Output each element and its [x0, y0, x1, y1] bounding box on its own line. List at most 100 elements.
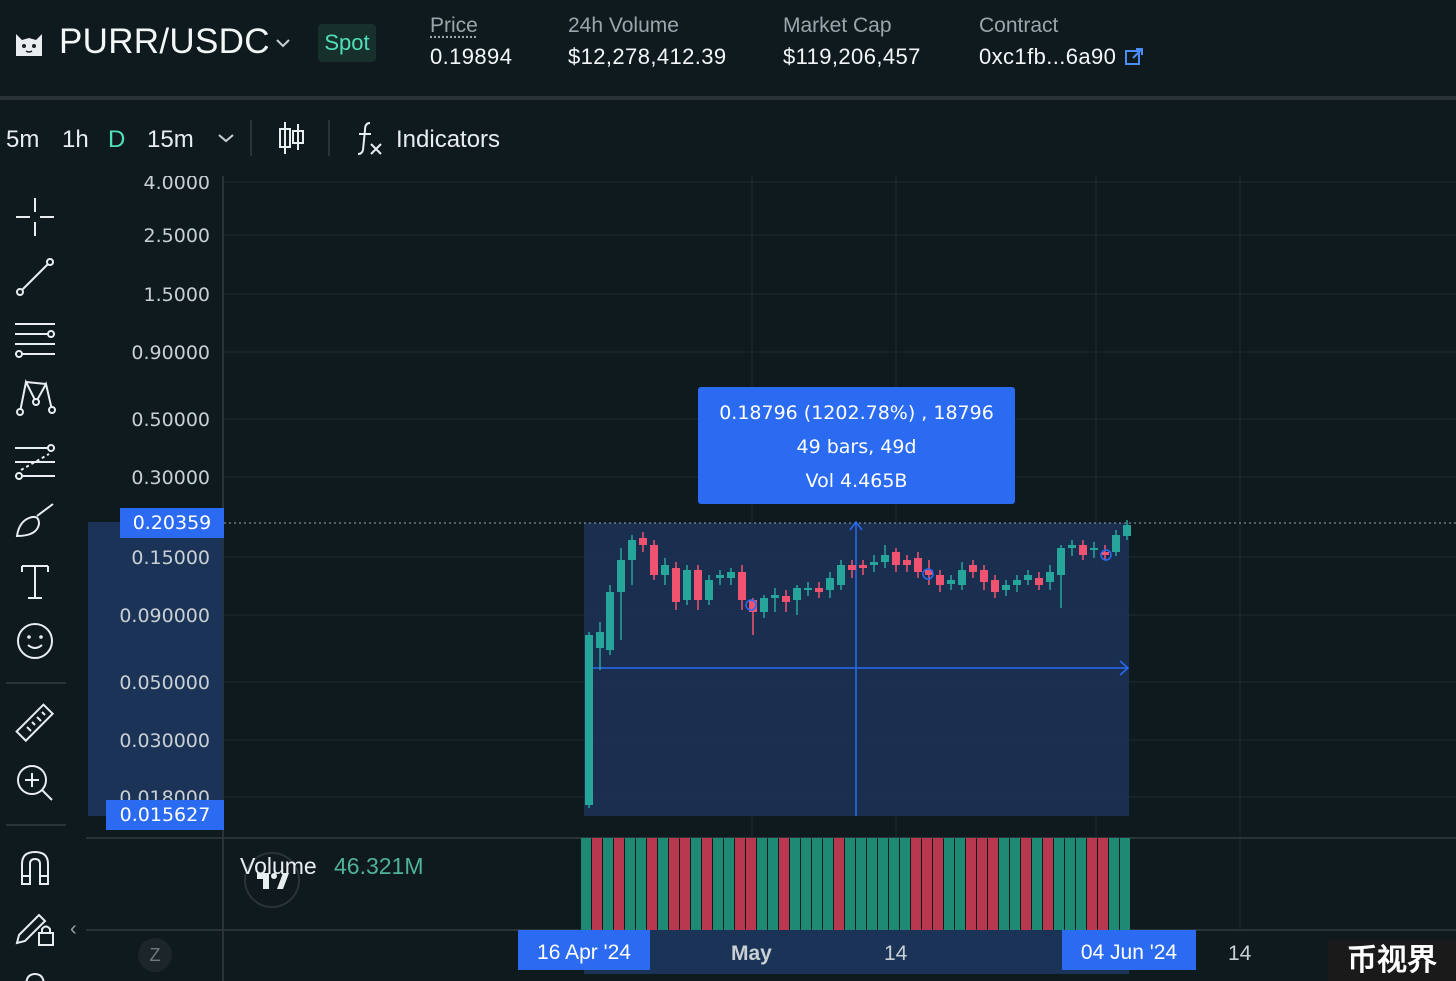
- candle-body: [1013, 580, 1021, 585]
- market-type-badge: Spot: [318, 24, 376, 62]
- candle-body: [617, 560, 625, 592]
- volume-bar: [581, 838, 591, 930]
- current-price-tag: 0.20359: [120, 508, 224, 538]
- candle-body: [936, 575, 944, 585]
- candle-body: [606, 592, 614, 650]
- volume-label: Volume: [240, 853, 317, 879]
- candle-body: [760, 598, 768, 612]
- collapse-toolbar-chevron-icon[interactable]: ‹: [70, 918, 77, 941]
- trading-pair-title[interactable]: PURR/USDC: [59, 22, 270, 62]
- candle-body: [815, 588, 823, 592]
- candle-body: [958, 570, 966, 585]
- volume-bar: [746, 838, 756, 930]
- fx-indicators-icon[interactable]: [354, 120, 384, 156]
- price-chart[interactable]: 4.0000 2.5000 1.5000 0.90000 0.50000 0.30000 0…: [0, 176, 1456, 981]
- candlestick-type-icon[interactable]: [276, 120, 306, 156]
- volume-bar: [900, 838, 910, 930]
- timeframe-d[interactable]: D: [108, 126, 125, 154]
- stat-label: Market Cap: [783, 14, 892, 37]
- volume-bar: [713, 838, 723, 930]
- toolbar-separator: [328, 120, 330, 156]
- range-start-date-tag: 16 Apr '24: [518, 930, 650, 970]
- volume-bar: [636, 838, 646, 930]
- market-header: PURR/USDC Spot Price 0.19894 24h Volume …: [0, 0, 1456, 96]
- candle-body: [661, 565, 669, 575]
- candle-body: [1112, 535, 1120, 552]
- candle-body: [980, 570, 988, 582]
- candle-body: [826, 578, 834, 590]
- candle-body: [694, 570, 702, 600]
- time-axis-range-band: [584, 930, 1129, 974]
- volume-bar: [768, 838, 778, 930]
- volume-bar: [614, 838, 624, 930]
- purr-cat-logo-icon: [16, 34, 42, 56]
- candle-body: [672, 568, 680, 602]
- volume-bar: [1087, 838, 1097, 930]
- stat-market-cap: Market Cap $119,206,457: [783, 14, 921, 70]
- volume-bar: [592, 838, 602, 930]
- timeframe-15m[interactable]: 15m: [147, 126, 194, 154]
- stat-contract: Contract 0xc1fb...6a90: [979, 14, 1144, 70]
- volume-bar: [691, 838, 701, 930]
- stat-label: 24h Volume: [568, 14, 679, 37]
- stat-value: 0.19894: [430, 44, 513, 69]
- candle-body: [947, 580, 955, 584]
- volume-bar: [999, 838, 1009, 930]
- volume-bar: [812, 838, 822, 930]
- measure-tooltip: 0.18796 (1202.78%) , 18796 49 bars, 49d …: [698, 387, 1015, 504]
- price-tick-label: 0.90000: [131, 342, 210, 364]
- candle-body: [1057, 548, 1065, 575]
- candle-body: [782, 596, 790, 602]
- volume-bar: [1054, 838, 1064, 930]
- chevron-down-icon[interactable]: [274, 34, 292, 52]
- candle-body: [1068, 545, 1076, 548]
- measure-change: 0.18796 (1202.78%) , 18796: [719, 402, 994, 424]
- volume-bar: [933, 838, 943, 930]
- volume-bar: [603, 838, 613, 930]
- volume-bar: [658, 838, 668, 930]
- timeframe-dropdown-chevron-icon[interactable]: [216, 130, 236, 146]
- candle-body: [793, 588, 801, 600]
- external-link-icon[interactable]: [1124, 47, 1144, 67]
- candle-body: [639, 538, 647, 545]
- candle-body: [1002, 585, 1010, 590]
- timeframe-5m[interactable]: 5m: [6, 126, 39, 154]
- chart-canvas[interactable]: 4.0000 2.5000 1.5000 0.90000 0.50000 0.30000 0…: [0, 176, 1456, 981]
- candle-body: [628, 540, 636, 560]
- candle-body: [650, 545, 658, 575]
- volume-bar: [1076, 838, 1086, 930]
- volume-bar: [988, 838, 998, 930]
- volume-bar: [790, 838, 800, 930]
- price-tick-label: 0.50000: [131, 409, 210, 431]
- zoom-reset-button[interactable]: Z: [138, 938, 172, 972]
- volume-bar: [823, 838, 833, 930]
- volume-bar: [1120, 838, 1130, 930]
- time-label-14: 14: [884, 942, 908, 965]
- volume-bar: [801, 838, 811, 930]
- stat-label[interactable]: Price: [430, 14, 512, 38]
- price-tick-label: 0.050000: [119, 672, 210, 694]
- candle-body: [870, 562, 878, 565]
- stat-label: Contract: [979, 14, 1059, 37]
- volume-bar: [1065, 838, 1075, 930]
- volume-bar: [625, 838, 635, 930]
- contract-address[interactable]: 0xc1fb...6a90: [979, 44, 1116, 69]
- candle-body: [903, 560, 911, 565]
- candle-body: [881, 555, 889, 562]
- price-tick-label: 1.5000: [144, 284, 210, 306]
- indicators-button[interactable]: Indicators: [396, 126, 500, 154]
- stat-value: $119,206,457: [783, 44, 921, 69]
- candle-body: [1123, 525, 1131, 536]
- candle-body: [1035, 578, 1043, 585]
- contract-value[interactable]: 0xc1fb...6a90: [979, 44, 1144, 70]
- volume-bar: [977, 838, 987, 930]
- timeframe-1h[interactable]: 1h: [62, 126, 89, 154]
- time-label-14-jun: 14: [1228, 942, 1252, 965]
- candle-body: [804, 588, 812, 590]
- volume-bar: [1098, 838, 1108, 930]
- candle-body: [716, 575, 724, 578]
- candle-body: [738, 572, 746, 600]
- volume-bar: [955, 838, 965, 930]
- volume-bar: [889, 838, 899, 930]
- volume-bar: [845, 838, 855, 930]
